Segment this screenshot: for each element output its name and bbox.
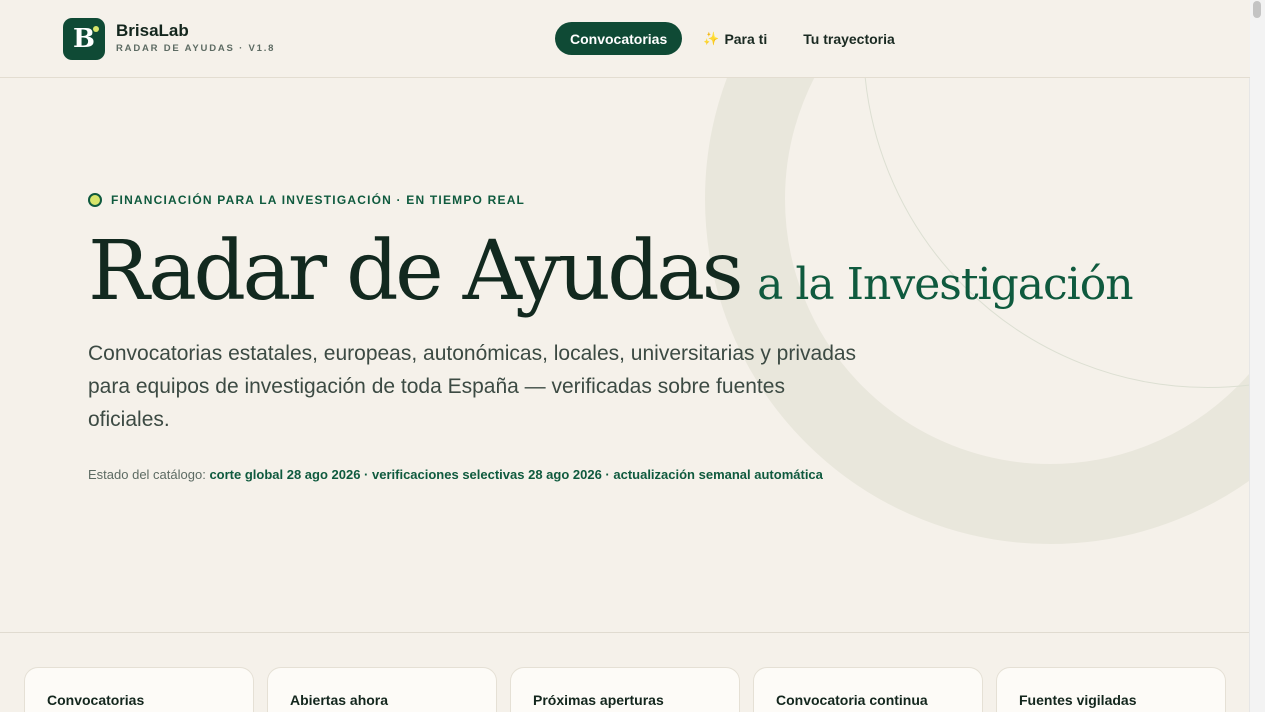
nav-para-ti[interactable]: ✨ Para ti (688, 22, 782, 55)
hero-eyebrow: FINANCIACIÓN PARA LA INVESTIGACIÓN · EN … (88, 193, 525, 207)
nav-convocatorias[interactable]: Convocatorias (555, 22, 683, 55)
status-label: Estado del catálogo: (88, 467, 206, 482)
main-nav: Convocatorias ✨ Para ti Tu trayectoria (555, 22, 910, 55)
title-sub: a la Investigación (757, 259, 1133, 310)
brand-name[interactable]: BrisaLab (116, 21, 189, 41)
nav-tu-trayectoria[interactable]: Tu trayectoria (788, 22, 910, 55)
stat-card-convocatorias[interactable]: Convocatorias (24, 667, 254, 712)
catalog-status: Estado del catálogo: corte global 28 ago… (88, 467, 823, 482)
stat-card-abiertas[interactable]: Abiertas ahora (267, 667, 497, 712)
stat-card-proximas[interactable]: Próximas aperturas (510, 667, 740, 712)
eyebrow-text: FINANCIACIÓN PARA LA INVESTIGACIÓN · EN … (111, 193, 526, 207)
vertical-scrollbar[interactable] (1249, 0, 1265, 712)
logo-letter: B (73, 24, 95, 54)
nav-label: Tu trayectoria (803, 30, 895, 47)
brand-logo[interactable]: B (63, 18, 105, 60)
hero-lead: Convocatorias estatales, europeas, auton… (88, 342, 857, 431)
title-main: Radar de Ayudas (88, 224, 744, 319)
status-value: corte global 28 ago 2026 · verificacione… (209, 467, 823, 482)
top-header: B BrisaLab RADAR DE AYUDAS · V1.8 Convoc… (0, 0, 1250, 78)
nav-label: Convocatorias (570, 30, 668, 47)
scrollbar-thumb[interactable] (1253, 1, 1261, 18)
nav-label: Para ti (724, 30, 768, 47)
stat-card-fuentes[interactable]: Fuentes vigiladas (996, 667, 1226, 712)
sparkles-icon: ✨ (703, 30, 720, 46)
stats-cards: Convocatorias Abiertas ahora Próximas ap… (24, 667, 1226, 712)
page-title: Radar de Ayudas a la Investigación (88, 224, 1134, 319)
section-divider (0, 632, 1250, 633)
live-dot-icon (88, 193, 102, 207)
page: B BrisaLab RADAR DE AYUDAS · V1.8 Convoc… (0, 0, 1250, 712)
brand-subtitle: RADAR DE AYUDAS · V1.8 (116, 43, 276, 54)
stat-card-continua[interactable]: Convocatoria continua (753, 667, 983, 712)
hero-section: FINANCIACIÓN PARA LA INVESTIGACIÓN · EN … (0, 78, 1250, 632)
logo-dot (93, 26, 99, 32)
